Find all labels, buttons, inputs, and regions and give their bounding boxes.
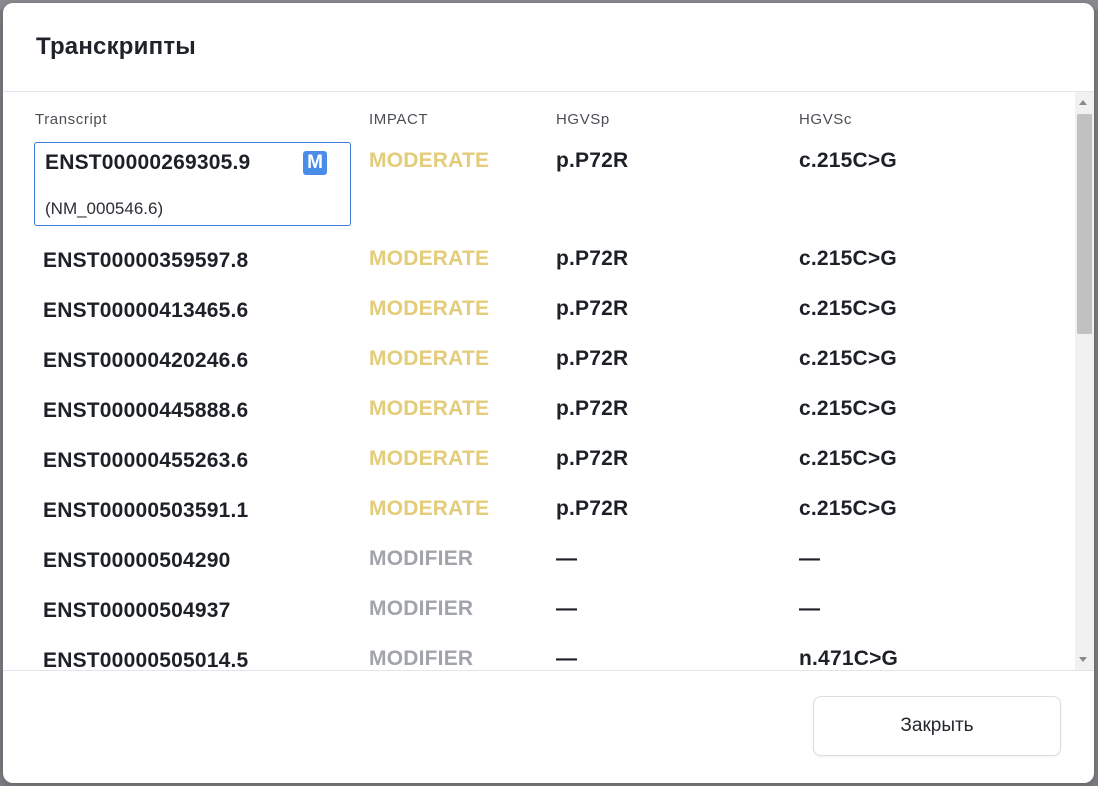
header-hgvsp: HGVSp: [556, 111, 610, 128]
transcript-id[interactable]: ENST00000504937: [43, 599, 230, 623]
transcript-id[interactable]: ENST00000504290: [43, 549, 230, 573]
impact-value: MODIFIER: [369, 647, 474, 670]
scroll-thumb[interactable]: [1077, 114, 1092, 334]
transcript-id[interactable]: ENST00000505014.5: [43, 649, 248, 670]
table-row[interactable]: ENST00000420246.6 MODERATE p.P72R c.215C>G: [3, 335, 1063, 383]
hgvsc-value: c.215C>G: [799, 397, 897, 420]
hgvsc-value: —: [799, 597, 821, 620]
hgvsc-value: c.215C>G: [799, 247, 897, 270]
impact-value: MODIFIER: [369, 547, 474, 570]
transcript-id[interactable]: ENST00000420246.6: [43, 349, 248, 373]
hgvsp-value: p.P72R: [556, 347, 629, 370]
hgvsp-value: p.P72R: [556, 247, 629, 270]
transcript-id[interactable]: ENST00000359597.8: [43, 249, 248, 273]
selected-refseq: (NM_000546.6): [45, 199, 164, 218]
transcript-id[interactable]: ENST00000455263.6: [43, 449, 248, 473]
hgvsc-value: c.215C>G: [799, 447, 897, 470]
hgvsp-value: —: [556, 597, 578, 620]
scroll-down-icon[interactable]: [1079, 657, 1087, 662]
hgvsp-value: p.P72R: [556, 497, 629, 520]
modal-header: Транскрипты: [3, 3, 1094, 92]
impact-value: MODERATE: [369, 247, 490, 270]
hgvsc-value: c.215C>G: [799, 347, 897, 370]
scroll-up-icon[interactable]: [1079, 100, 1087, 105]
table-row[interactable]: ENST00000359597.8 MODERATE p.P72R c.215C>G: [3, 235, 1063, 283]
header-impact: IMPACT: [369, 111, 429, 128]
hgvsp-value: p.P72R: [556, 397, 629, 420]
table-row[interactable]: ENST00000505014.5 MODIFIER — n.471C>G: [3, 635, 1063, 670]
mane-badge: M: [303, 151, 327, 175]
hgvsc-value: n.471C>G: [799, 647, 899, 670]
scrollbar[interactable]: [1075, 92, 1094, 670]
hgvsc-value: —: [799, 547, 821, 570]
modal-title: Транскрипты: [36, 33, 196, 60]
selected-transcript-id[interactable]: ENST00000269305.9: [45, 151, 250, 175]
impact-value: MODERATE: [369, 497, 490, 520]
header-hgvsc: HGVSc: [799, 111, 853, 128]
transcript-id[interactable]: ENST00000413465.6: [43, 299, 248, 323]
modal-footer: Закрыть: [3, 670, 1094, 783]
table-row[interactable]: ENST00000455263.6 MODERATE p.P72R c.215C>G: [3, 435, 1063, 483]
hgvsp-value: —: [556, 547, 578, 570]
transcript-id[interactable]: ENST00000503591.1: [43, 499, 248, 523]
table-row[interactable]: ENST00000445888.6 MODERATE p.P72R c.215C>G: [3, 385, 1063, 433]
close-button[interactable]: Закрыть: [813, 696, 1061, 756]
transcripts-table: Transcript IMPACT HGVSp HGVSc ENST000002…: [3, 92, 1094, 670]
hgvsp-value: —: [556, 647, 578, 670]
impact-value: MODIFIER: [369, 597, 474, 620]
header-transcript: Transcript: [35, 111, 108, 128]
hgvsc-value: c.215C>G: [799, 497, 897, 520]
table-row[interactable]: ENST00000504937 MODIFIER — —: [3, 585, 1063, 633]
transcripts-modal: Транскрипты Transcript IMPACT HGVSp HGVS…: [3, 3, 1094, 783]
selected-hgvsc: c.215C>G: [799, 149, 897, 172]
impact-value: MODERATE: [369, 397, 490, 420]
hgvsp-value: p.P72R: [556, 297, 629, 320]
transcript-id[interactable]: ENST00000445888.6: [43, 399, 248, 423]
table-row[interactable]: ENST00000504290 MODIFIER — —: [3, 535, 1063, 583]
impact-value: MODERATE: [369, 447, 490, 470]
hgvsc-value: c.215C>G: [799, 297, 897, 320]
table-row[interactable]: ENST00000503591.1 MODERATE p.P72R c.215C>G: [3, 485, 1063, 533]
table-row[interactable]: ENST00000413465.6 MODERATE p.P72R c.215C>G: [3, 285, 1063, 333]
hgvsp-value: p.P72R: [556, 447, 629, 470]
selected-impact: MODERATE: [369, 149, 490, 172]
impact-value: MODERATE: [369, 347, 490, 370]
impact-value: MODERATE: [369, 297, 490, 320]
selected-hgvsp: p.P72R: [556, 149, 629, 172]
